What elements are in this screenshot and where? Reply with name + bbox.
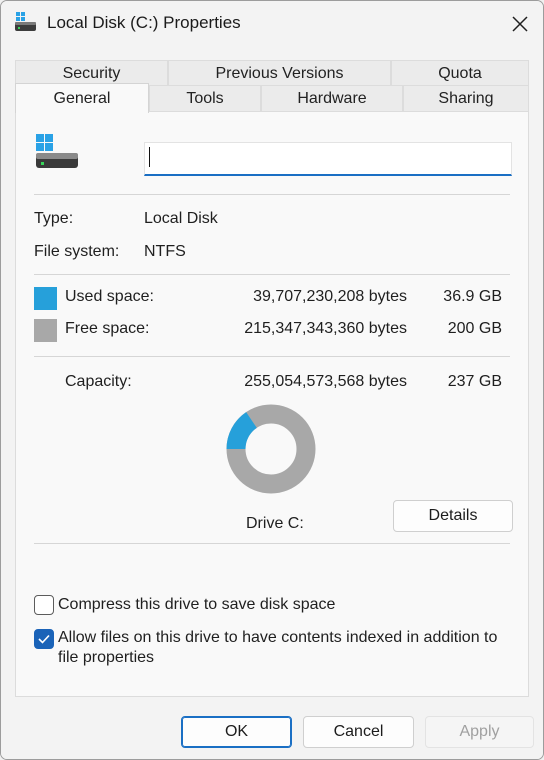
tab-tools[interactable]: Tools — [149, 85, 261, 111]
free-space-bytes: 215,347,343,360 bytes — [244, 320, 407, 337]
capacity-bytes: 255,054,573,568 bytes — [244, 373, 407, 390]
text-caret — [149, 147, 150, 167]
file-system-label: File system: — [34, 243, 120, 260]
capacity-gb: 237 GB — [447, 373, 502, 390]
type-label: Type: — [34, 210, 74, 227]
index-label-line2: file properties — [58, 649, 155, 666]
details-button[interactable]: Details — [393, 500, 513, 532]
drive-name-input[interactable] — [144, 142, 512, 176]
tab-sharing[interactable]: Sharing — [403, 85, 529, 111]
drive-icon — [36, 134, 78, 168]
separator — [34, 194, 510, 195]
used-space-label: Used space: — [65, 288, 154, 305]
ok-button[interactable]: OK — [181, 716, 292, 748]
drive-icon — [15, 12, 36, 31]
used-space-gb: 36.9 GB — [443, 288, 502, 305]
tab-quota[interactable]: Quota — [391, 60, 529, 86]
free-space-label: Free space: — [65, 320, 150, 337]
disk-usage-donut — [226, 404, 316, 494]
title-bar: Local Disk (C:) Properties — [1, 1, 543, 47]
index-checkbox[interactable] — [34, 629, 54, 649]
used-space-bytes: 39,707,230,208 bytes — [253, 288, 407, 305]
free-space-gb: 200 GB — [447, 320, 502, 337]
free-space-swatch — [34, 319, 57, 342]
drive-label: Drive C: — [246, 515, 304, 532]
capacity-label: Capacity: — [65, 373, 132, 390]
tab-hardware[interactable]: Hardware — [261, 85, 403, 111]
used-space-arc — [226, 412, 258, 450]
checkmark-icon — [38, 634, 50, 644]
file-system-value: NTFS — [144, 243, 186, 260]
tab-previous-versions[interactable]: Previous Versions — [168, 60, 391, 86]
cancel-button[interactable]: Cancel — [303, 716, 414, 748]
compress-label: Compress this drive to save disk space — [58, 596, 336, 613]
separator — [34, 356, 510, 357]
separator — [34, 543, 510, 544]
used-space-swatch — [34, 287, 57, 310]
close-icon — [512, 16, 528, 32]
apply-button[interactable]: Apply — [425, 716, 534, 748]
type-value: Local Disk — [144, 210, 218, 227]
tab-general[interactable]: General — [15, 83, 149, 113]
separator — [34, 274, 510, 275]
close-button[interactable] — [497, 1, 543, 47]
compress-checkbox[interactable] — [34, 595, 54, 615]
index-label-line1: Allow files on this drive to have conten… — [58, 629, 498, 646]
properties-window: Local Disk (C:) Properties Security Prev… — [0, 0, 544, 760]
window-title: Local Disk (C:) Properties — [47, 13, 241, 32]
